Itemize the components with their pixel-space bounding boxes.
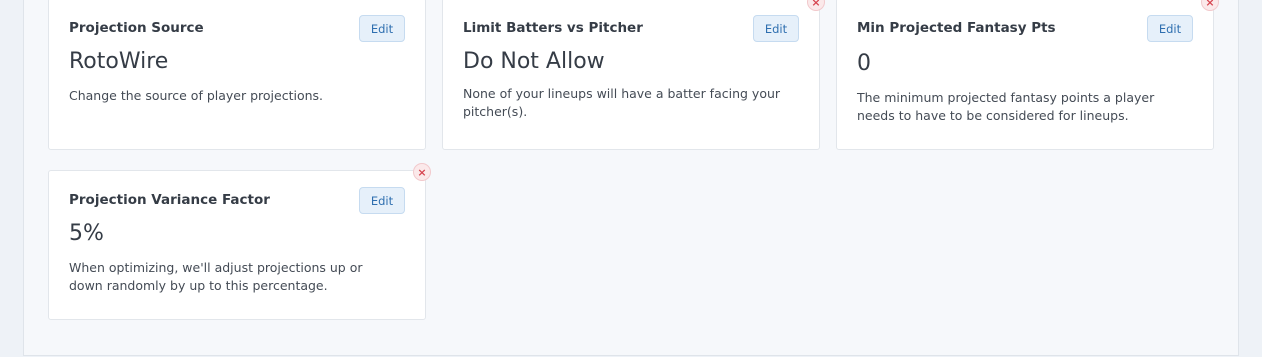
card-value: RotoWire: [69, 49, 169, 74]
card-value: Do Not Allow: [463, 49, 605, 74]
setting-card-projection-source: Projection Source Edit RotoWire Change t…: [48, 0, 426, 150]
card-value: 5%: [69, 221, 104, 246]
card-description: Change the source of player projections.: [69, 88, 324, 103]
card-title: Min Projected Fantasy Pts: [857, 20, 1056, 36]
settings-panel: Projection Source Edit RotoWire Change t…: [23, 0, 1239, 356]
card-description: When optimizing, we'll adjust projection…: [69, 260, 363, 293]
edit-button[interactable]: Edit: [359, 187, 405, 214]
card-description: None of your lineups will have a batter …: [463, 86, 781, 119]
card-description: The minimum projected fantasy points a p…: [857, 90, 1155, 123]
remove-button[interactable]: ×: [413, 163, 431, 181]
card-title: Projection Variance Factor: [69, 192, 270, 208]
setting-card-limit-batters-vs-pitcher: Limit Batters vs Pitcher Edit Do Not All…: [442, 0, 820, 150]
setting-card-min-projected-fantasy-pts: Min Projected Fantasy Pts Edit 0 The min…: [836, 0, 1214, 150]
edit-button[interactable]: Edit: [359, 15, 405, 42]
edit-button[interactable]: Edit: [1147, 15, 1193, 42]
card-title: Limit Batters vs Pitcher: [463, 20, 643, 36]
card-value: 0: [857, 51, 871, 76]
setting-card-projection-variance-factor: Projection Variance Factor Edit 5% When …: [48, 170, 426, 320]
card-title: Projection Source: [69, 20, 204, 36]
edit-button[interactable]: Edit: [753, 15, 799, 42]
